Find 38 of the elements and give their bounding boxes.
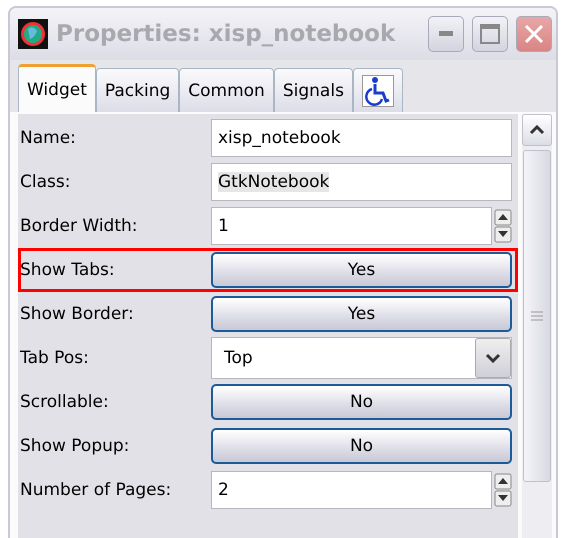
toggle-button[interactable]: Yes [211, 252, 512, 288]
chevron-up-icon [529, 125, 545, 135]
close-button[interactable] [516, 16, 552, 52]
window-title: Properties: xisp_notebook [56, 21, 396, 47]
property-label: Number of Pages: [19, 480, 172, 500]
tab[interactable]: Common [179, 68, 274, 112]
minimize-button[interactable] [428, 16, 464, 52]
property-label: Name: [19, 128, 77, 148]
tab[interactable]: Signals [274, 68, 353, 112]
property-label: Tab Pos: [19, 348, 90, 368]
grip-icon [531, 311, 543, 321]
property-label: Scrollable: [19, 392, 110, 412]
minimize-icon [439, 31, 453, 37]
scrollbar[interactable] [522, 114, 552, 538]
tab[interactable] [352, 68, 403, 112]
maximize-icon [480, 24, 500, 44]
property-label: Show Popup: [19, 436, 130, 456]
property-label: Show Tabs: [19, 260, 116, 280]
dropdown[interactable]: Top [211, 337, 512, 379]
property-label: Show Border: [19, 304, 135, 324]
wheelchair-icon [362, 74, 394, 106]
toggle-button[interactable]: No [211, 384, 512, 420]
toggle-button[interactable]: Yes [211, 296, 512, 332]
chevron-down-icon [485, 353, 501, 363]
toggle-button[interactable]: No [211, 428, 512, 464]
close-icon [524, 24, 544, 44]
tab[interactable]: Widget [18, 64, 96, 112]
number-field[interactable]: 2 [211, 471, 492, 509]
globe-icon [18, 19, 48, 49]
spin-arrows-icon[interactable] [494, 209, 512, 243]
text-field[interactable]: GtkNotebook [211, 163, 512, 201]
maximize-button[interactable] [472, 16, 508, 52]
property-label: Border Width: [19, 216, 139, 236]
property-label: Class: [19, 172, 72, 192]
tab[interactable]: Packing [96, 68, 180, 112]
number-field[interactable]: 1 [211, 207, 492, 245]
spin-arrows-icon[interactable] [494, 473, 512, 507]
text-field[interactable]: xisp_notebook [211, 119, 512, 157]
